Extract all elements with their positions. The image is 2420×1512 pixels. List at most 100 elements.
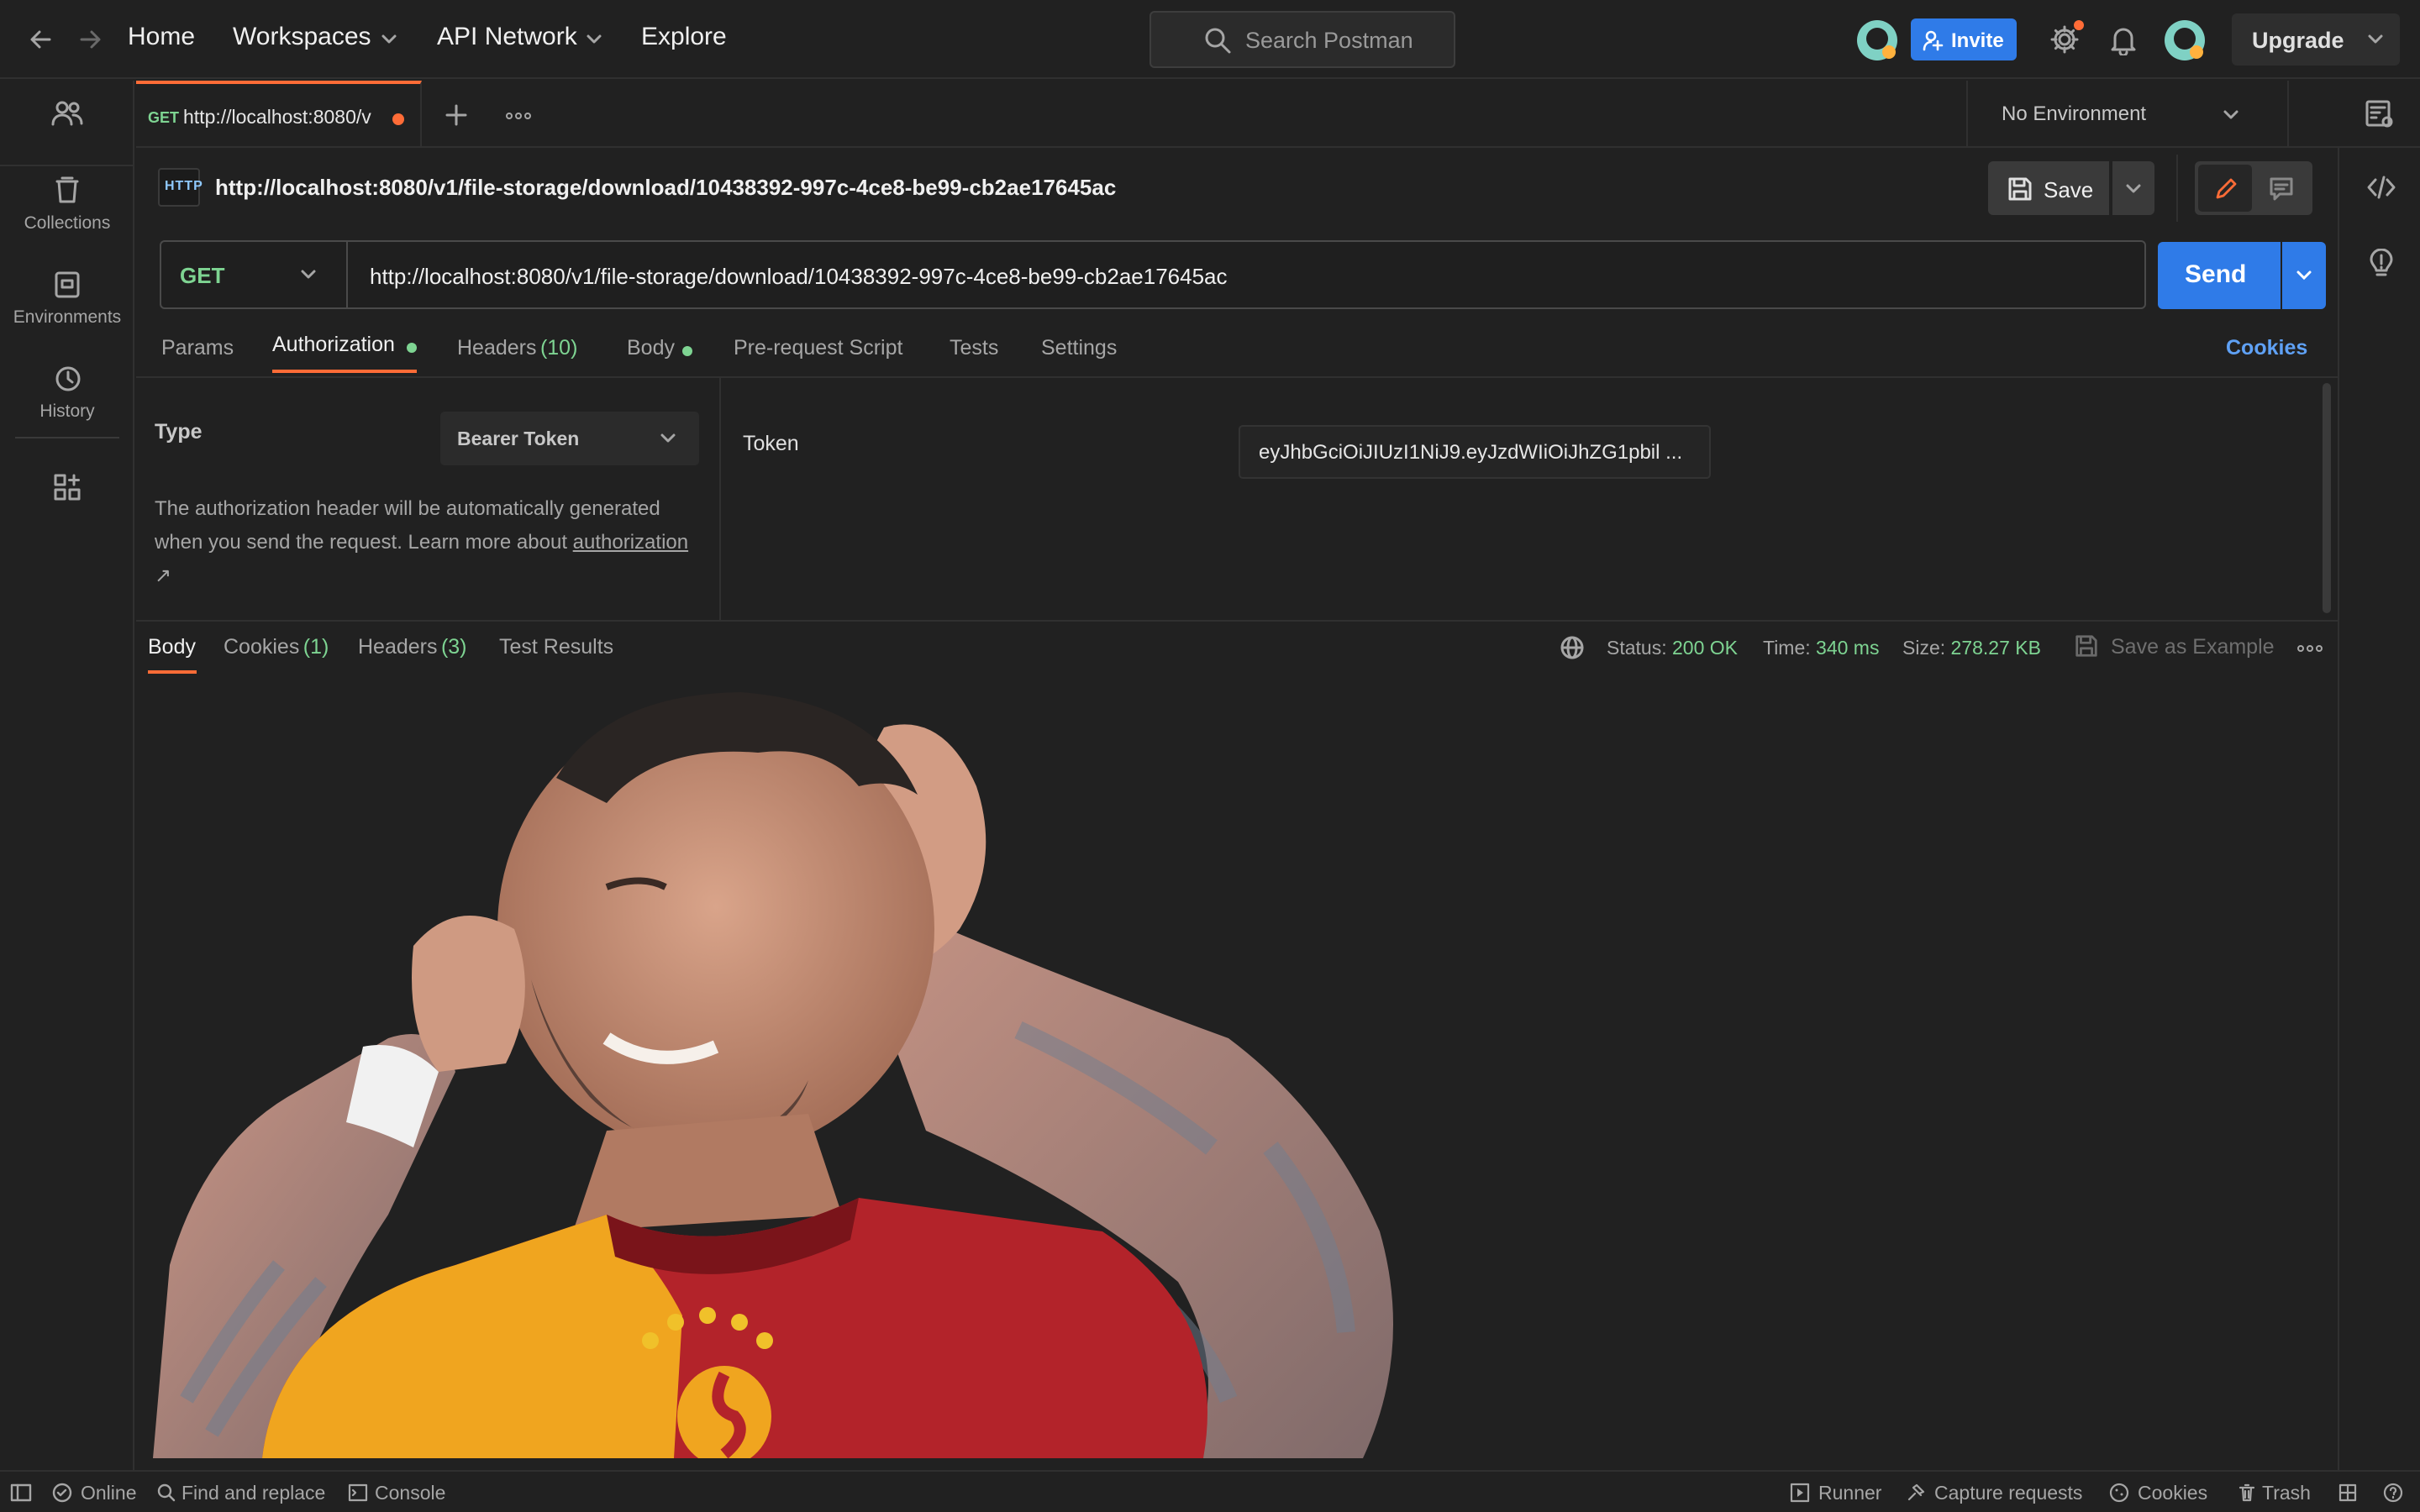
nav-explore[interactable]: Explore	[641, 23, 727, 51]
team-icon[interactable]	[51, 99, 83, 128]
response-image	[153, 692, 1393, 1458]
scrollbar[interactable]	[2323, 383, 2331, 613]
sidebar-item-label: Collections	[24, 213, 111, 233]
divider	[2287, 81, 2289, 148]
send-options-button[interactable]	[2282, 242, 2326, 309]
tab-tests[interactable]: Tests	[950, 336, 998, 360]
chevron-down-icon[interactable]	[585, 30, 603, 49]
save-button[interactable]: Save	[1988, 161, 2109, 215]
token-input[interactable]: eyJhbGciOiJIUzI1NiJ9.eyJzdWIiOiJhZG1pbil…	[1239, 425, 1711, 479]
upgrade-label: Upgrade	[2252, 28, 2344, 53]
code-icon[interactable]	[2366, 175, 2396, 200]
nav-home[interactable]: Home	[128, 23, 195, 51]
environment-quick-look-icon[interactable]	[2365, 99, 2395, 129]
request-title[interactable]: http://localhost:8080/v1/file-storage/do…	[215, 175, 1116, 201]
unsaved-dot	[392, 113, 404, 125]
tab-title: http://localhost:8080/v1/file-storage/do…	[183, 106, 371, 128]
bell-icon[interactable]	[2109, 25, 2138, 55]
environment-select[interactable]: No Environment	[1968, 81, 2287, 148]
size-label: Size:	[1902, 637, 1946, 659]
layout-grid-icon[interactable]	[2338, 1483, 2358, 1503]
environment-value: No Environment	[2002, 102, 2147, 125]
chevron-down-icon	[659, 429, 677, 448]
auth-type-select[interactable]: Bearer Token	[440, 412, 699, 465]
tab-pre-request-script[interactable]: Pre-request Script	[734, 336, 902, 360]
sidebar-item-collections[interactable]: Collections	[0, 165, 134, 257]
runner-icon	[1790, 1483, 1810, 1503]
upgrade-button[interactable]: Upgrade	[2232, 13, 2400, 66]
cookies-link[interactable]: Cookies	[2226, 336, 2307, 360]
more-options-icon[interactable]	[506, 111, 531, 121]
authorization-link[interactable]: authorization	[573, 531, 688, 554]
chevron-down-icon	[2295, 266, 2313, 285]
find-replace-label: Find and replace	[182, 1482, 326, 1504]
tab-body[interactable]: Body	[627, 336, 692, 360]
console-icon	[348, 1483, 368, 1503]
help-icon[interactable]	[2383, 1483, 2403, 1503]
comment-icon[interactable]	[2269, 176, 2294, 202]
tab-label: Body	[148, 635, 196, 659]
tab-count: (10)	[539, 336, 578, 360]
url-input[interactable]: http://localhost:8080/v1/file-storage/do…	[370, 264, 1228, 290]
chevron-down-icon[interactable]	[2366, 30, 2385, 49]
check-circle-icon	[52, 1483, 72, 1503]
sidebar-item-history[interactable]: History	[0, 349, 134, 442]
save-label: Save	[2044, 177, 2094, 202]
method-select[interactable]: GET	[161, 242, 348, 307]
toggle-sidebar-icon[interactable]	[10, 1483, 32, 1502]
active-tab-underline	[148, 670, 197, 674]
lightbulb-info-icon[interactable]	[2368, 249, 2395, 279]
notification-dot	[2074, 20, 2084, 30]
invite-label: Invite	[1951, 29, 2004, 52]
forward-arrow-icon[interactable]	[77, 27, 103, 52]
tab-label: Headers	[457, 336, 537, 360]
status-bar: Online Find and replace Console Runner C…	[0, 1470, 2420, 1512]
save-options-button[interactable]	[2112, 161, 2154, 215]
tab-authorization[interactable]: Authorization	[272, 333, 417, 375]
capture-icon	[1906, 1483, 1926, 1503]
divider	[136, 376, 2338, 378]
response-tab-headers[interactable]: Headers (3)	[358, 635, 467, 659]
send-button[interactable]: Send	[2158, 242, 2281, 309]
edit-mode-button[interactable]	[2198, 165, 2252, 212]
nav-workspaces[interactable]: Workspaces	[233, 23, 371, 51]
invite-button[interactable]: Invite	[1911, 18, 2017, 60]
chevron-down-icon[interactable]	[380, 30, 398, 49]
auth-type-label: Type	[155, 420, 203, 444]
request-tab-bar: GET http://localhost:8080/v1/file-storag…	[136, 81, 2420, 148]
tab-label: Cookies	[224, 635, 300, 659]
sidebar-item-environments[interactable]: Environments	[0, 257, 134, 349]
view-toggle	[2195, 161, 2312, 215]
response-tab-test-results[interactable]: Test Results	[499, 635, 613, 659]
tab-headers[interactable]: Headers (10)	[457, 336, 577, 360]
online-label: Online	[81, 1482, 137, 1504]
divider	[136, 620, 2338, 622]
request-tab-active[interactable]: GET http://localhost:8080/v1/file-storag…	[136, 81, 422, 148]
save-floppy-icon	[2007, 176, 2033, 202]
send-label: Send	[2185, 260, 2247, 288]
team-avatar[interactable]	[1857, 20, 1897, 60]
search-placeholder: Search Postman	[1245, 28, 1413, 53]
user-avatar[interactable]	[2165, 20, 2205, 60]
tab-method: GET	[148, 109, 180, 126]
nav-api-network[interactable]: API Network	[437, 23, 577, 51]
history-icon	[54, 365, 82, 393]
tab-settings[interactable]: Settings	[1041, 336, 1117, 360]
token-value: eyJhbGciOiJIUzI1NiJ9.eyJzdWIiOiJhZG1pbil…	[1259, 441, 1683, 464]
sidebar-item-label: History	[39, 402, 95, 421]
search-input[interactable]: Search Postman	[1150, 11, 1455, 68]
back-arrow-icon[interactable]	[29, 27, 54, 52]
response-tab-body[interactable]: Body	[148, 635, 197, 675]
left-sidebar: Collections Environments History	[0, 81, 134, 1470]
tab-label: Headers	[358, 635, 438, 659]
tab-params[interactable]: Params	[161, 336, 234, 360]
status-dot	[682, 346, 692, 356]
tab-label: Authorization	[272, 333, 395, 356]
more-options-icon[interactable]	[2297, 643, 2323, 654]
globe-icon[interactable]	[1560, 635, 1585, 660]
configure-sidebar-icon[interactable]	[53, 473, 82, 501]
response-tab-cookies[interactable]: Cookies (1)	[224, 635, 329, 659]
response-time: Time: 340 ms	[1763, 637, 1879, 659]
save-floppy-icon	[2074, 633, 2099, 659]
new-tab-plus-icon[interactable]	[444, 102, 469, 128]
